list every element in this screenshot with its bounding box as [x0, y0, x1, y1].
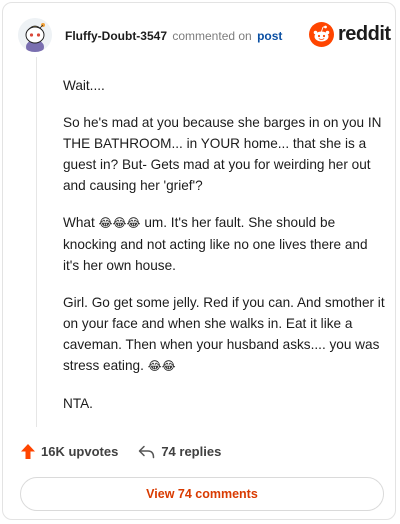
comment-actions: 16K upvotes 74 replies	[21, 444, 221, 459]
comment-header: Fluffy-Doubt-3547 commented on post	[65, 29, 282, 43]
comment-paragraph: NTA.	[63, 396, 93, 411]
comment-paragraph: So he's mad at you because she barges in…	[63, 115, 382, 193]
reply-arrow-icon	[139, 445, 155, 458]
reddit-wordmark: reddit	[338, 23, 391, 45]
reply-count: 74 replies	[161, 444, 222, 459]
comment-paragraph: Girl. Go get some jelly. Red if you can.…	[63, 292, 385, 377]
comment-text: What	[63, 215, 95, 230]
upvote-arrow-icon	[21, 444, 35, 459]
reddit-logo-icon	[309, 22, 334, 47]
laughing-emoji-icon: 😂😂😂	[98, 216, 141, 230]
upvote-count: 16K upvotes	[41, 444, 119, 459]
view-comments-button[interactable]: View 74 comments	[20, 477, 384, 511]
username-link[interactable]: Fluffy-Doubt-3547	[65, 29, 167, 43]
comment-paragraph: What 😂😂😂 um. It's her fault. She should …	[63, 212, 385, 276]
upvote-button[interactable]: 16K upvotes	[21, 444, 118, 459]
reply-button[interactable]: 74 replies	[138, 444, 221, 459]
thread-line[interactable]	[36, 57, 37, 427]
commented-on-text: commented on	[172, 29, 252, 43]
comment-paragraph: Wait....	[63, 78, 105, 93]
comment-text: Girl. Go get some jelly. Red if you can.…	[63, 295, 385, 373]
reddit-logo[interactable]: reddit	[309, 22, 391, 47]
snoo-avatar-icon	[18, 18, 52, 52]
comment-card: Fluffy-Doubt-3547 commented on post redd…	[2, 2, 396, 520]
laughing-emoji-icon: 😂😂	[147, 359, 176, 373]
avatar[interactable]	[18, 18, 52, 52]
comment-body: Wait.... So he's mad at you because she …	[63, 75, 385, 430]
post-link[interactable]: post	[257, 29, 282, 43]
